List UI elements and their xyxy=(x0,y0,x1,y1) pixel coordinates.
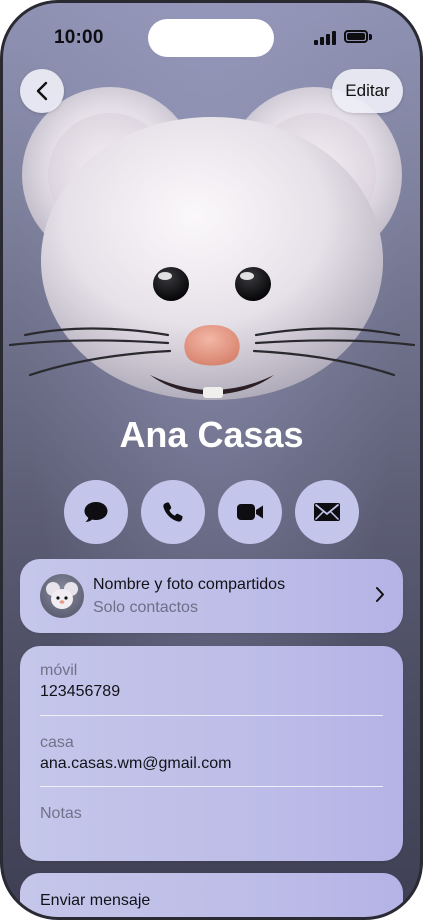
back-button[interactable] xyxy=(20,69,64,113)
status-time: 10:00 xyxy=(54,27,104,48)
send-message-label: Enviar mensaje xyxy=(40,892,151,909)
phone-icon xyxy=(163,502,183,522)
phone-screen: 10:00 Editar Ana Casas Nombre y foto com… xyxy=(0,0,423,920)
contact-info-card: móvil 123456789 casa ana.casas.wm@gmail.… xyxy=(20,646,403,861)
battery-icon xyxy=(344,30,368,43)
quick-actions xyxy=(64,480,360,544)
call-button[interactable] xyxy=(141,480,205,544)
contact-photo-memoji xyxy=(8,87,416,400)
shared-name-photo-card[interactable]: Nombre y foto compartidos Solo contactos xyxy=(20,559,403,633)
message-button[interactable] xyxy=(64,480,128,544)
video-icon xyxy=(237,504,263,520)
send-message-row[interactable]: Enviar mensaje xyxy=(20,873,403,920)
notes-field[interactable]: Notas xyxy=(40,805,82,823)
divider xyxy=(40,786,383,787)
message-icon xyxy=(84,502,108,522)
cellular-signal-icon xyxy=(314,31,336,45)
edit-button[interactable]: Editar xyxy=(332,69,403,113)
chevron-right-icon xyxy=(376,587,384,602)
video-call-button[interactable] xyxy=(218,480,282,544)
share-card-title: Nombre y foto compartidos xyxy=(93,576,286,593)
mobile-label: móvil xyxy=(40,662,78,679)
mobile-value[interactable]: 123456789 xyxy=(40,683,120,701)
divider xyxy=(40,715,383,716)
dynamic-island xyxy=(148,19,274,57)
home-value[interactable]: ana.casas.wm@gmail.com xyxy=(40,755,231,773)
chevron-left-icon xyxy=(36,81,48,101)
contact-name: Ana Casas xyxy=(119,414,304,455)
battery-tip xyxy=(369,34,372,40)
home-label: casa xyxy=(40,734,74,751)
mail-icon xyxy=(314,503,340,521)
mail-button[interactable] xyxy=(295,480,359,544)
share-card-subtitle: Solo contactos xyxy=(93,599,198,616)
avatar xyxy=(40,574,84,618)
